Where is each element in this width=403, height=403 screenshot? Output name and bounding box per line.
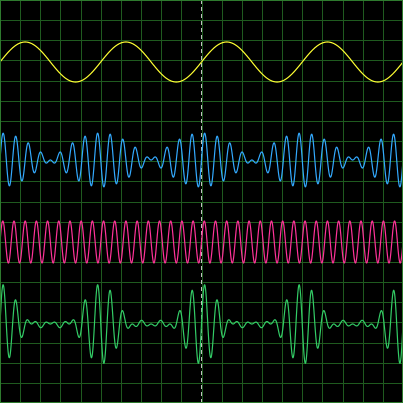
oscilloscope-display [0, 0, 403, 403]
oscilloscope-screen [0, 0, 403, 403]
